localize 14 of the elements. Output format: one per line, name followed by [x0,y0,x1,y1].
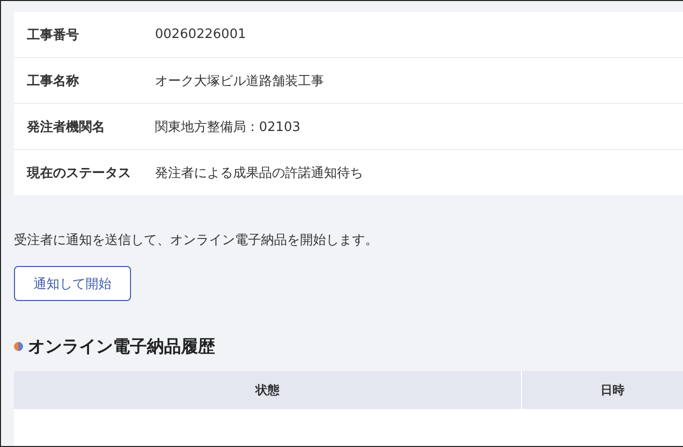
field-value: オーク大塚ビル道路舗装工事 [155,72,324,90]
column-header: 日時 [600,382,626,398]
dot-icon [14,342,23,351]
column-header: 状態 [14,371,522,409]
field-value: 関東地方整備局：02103 [155,118,300,136]
field-label: 発注者機関名 [26,118,106,136]
field-label: 工事番号 [26,26,80,44]
field-label: 現在のステータス [26,164,132,182]
field-label: 工事名称 [26,72,80,90]
field-value: 00260226001 [155,27,246,42]
field-value: 発注者による成果品の許諾通知待ち [155,164,363,182]
section-title: オンライン電子納品履歴 [28,336,215,358]
description-text: 受注者に通知を送信して、オンライン電子納品を開始します。 [14,232,379,249]
start-button[interactable]: 通知して開始 [14,266,131,301]
